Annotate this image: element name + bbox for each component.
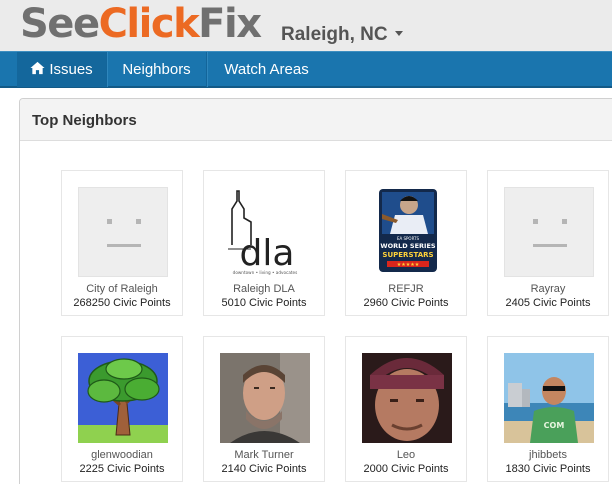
default-avatar-icon (504, 187, 594, 277)
panel-title: Top Neighbors (32, 112, 137, 129)
neighbor-name: REFJR (388, 283, 424, 295)
svg-text:COM: COM (544, 421, 565, 430)
neighbor-name: glenwoodian (91, 449, 153, 461)
tree-icon (78, 353, 168, 443)
neighbor-card[interactable]: Rayray 2405 Civic Points (487, 170, 609, 316)
dla-logo-icon: dla downtown • living • advocates (220, 187, 310, 277)
neighbor-name: Leo (396, 449, 416, 461)
nav-neighbors[interactable]: Neighbors (106, 52, 206, 87)
man-photo-icon (220, 353, 310, 443)
civic-points: 2140 Civic Points (221, 463, 307, 475)
civic-points: 1830 Civic Points (505, 463, 591, 475)
nav-watch-areas[interactable]: Watch Areas (206, 52, 326, 87)
neighbor-card[interactable]: glenwoodian 2225 Civic Points (61, 336, 183, 482)
dla-logo-avatar: dla downtown • living • advocates (220, 187, 310, 277)
logo-click: Click (98, 1, 200, 47)
city-selector[interactable]: Raleigh, NC (281, 24, 403, 46)
home-icon (30, 61, 45, 75)
civic-points: 2960 Civic Points (363, 297, 449, 309)
svg-text:dla: dla (240, 233, 295, 274)
svg-text:SUPERSTARS: SUPERSTARS (382, 251, 433, 259)
neighbor-card[interactable]: Leo 2000 Civic Points (345, 336, 467, 482)
photo-avatar (220, 353, 310, 443)
neighbor-name: City of Raleigh (86, 283, 158, 295)
civic-points: 2225 Civic Points (79, 463, 165, 475)
tree-avatar (78, 353, 168, 443)
man-beanie-photo-icon (362, 353, 452, 443)
photo-avatar (362, 353, 452, 443)
svg-text:downtown • living • advocates: downtown • living • advocates (233, 270, 298, 275)
logo-see: See (20, 1, 100, 47)
neighbor-name: jhibbets (529, 449, 567, 461)
civic-points: 268250 Civic Points (73, 297, 171, 309)
caret-down-icon (394, 31, 403, 37)
nav-watch-areas-label: Watch Areas (224, 61, 309, 78)
nav-issues[interactable]: Issues (17, 52, 106, 87)
seeclickfix-logo[interactable]: SeeClickFix (20, 1, 262, 47)
default-avatar-icon (78, 187, 168, 277)
svg-text:★★★★★: ★★★★★ (397, 262, 420, 268)
neighbor-card[interactable]: City of Raleigh 268250 Civic Points (61, 170, 183, 316)
logo-fix: Fix (198, 1, 262, 47)
neighbor-card[interactable]: Mark Turner 2140 Civic Points (203, 336, 325, 482)
neighbor-name: Raleigh DLA (233, 283, 295, 295)
main-nav: Issues Neighbors Watch Areas (0, 51, 612, 88)
neighbor-name: Mark Turner (234, 449, 294, 461)
nav-neighbors-label: Neighbors (122, 61, 191, 78)
civic-points: 2405 Civic Points (505, 297, 591, 309)
photo-avatar: COM (504, 353, 594, 443)
panel-header: Top Neighbors (20, 99, 612, 141)
game-cover-icon: EA SPORTS WORLD SERIES SUPERSTARS ★★★★★ (362, 187, 452, 277)
site-header: SeeClickFix Raleigh, NC (0, 0, 612, 51)
game-cover-avatar: EA SPORTS WORLD SERIES SUPERSTARS ★★★★★ (362, 187, 452, 277)
neighbor-card[interactable]: dla downtown • living • advocates Raleig… (203, 170, 325, 316)
nav-issues-label: Issues (49, 61, 93, 78)
civic-points: 2000 Civic Points (363, 463, 449, 475)
svg-text:WORLD SERIES: WORLD SERIES (380, 242, 435, 250)
beach-photo-icon: COM (504, 353, 594, 443)
civic-points: 5010 Civic Points (221, 297, 307, 309)
city-label: Raleigh, NC (281, 24, 388, 45)
neighbor-name: Rayray (530, 283, 566, 295)
neighbor-card[interactable]: COM jhibbets 1830 Civic Points (487, 336, 609, 482)
svg-text:EA SPORTS: EA SPORTS (397, 236, 420, 241)
neighbor-card[interactable]: EA SPORTS WORLD SERIES SUPERSTARS ★★★★★ … (345, 170, 467, 316)
